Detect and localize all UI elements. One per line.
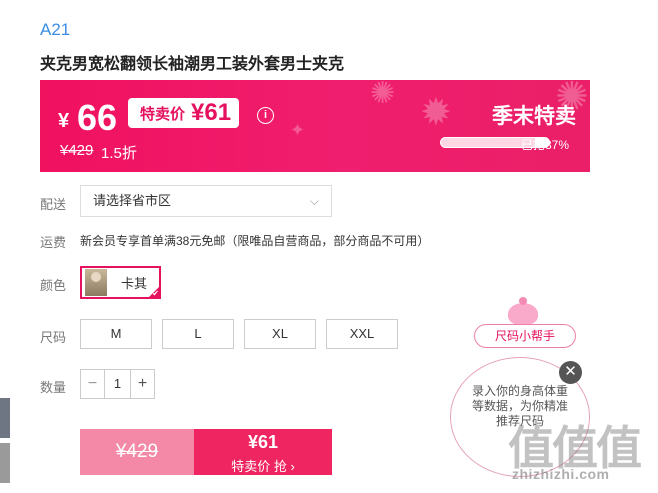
fee-text: 新会员专享首单满38元免邮（限唯品自营商品，部分商品不可用） (80, 234, 430, 248)
quantity-stepper: − 1 + (80, 369, 155, 399)
region-select[interactable]: 请选择省市区 ⌵ (80, 185, 332, 217)
buy-special-label: 特卖价 抢 › (231, 459, 295, 474)
side-thumbnail[interactable] (0, 443, 10, 483)
shipping-label: 配送 (40, 197, 67, 212)
quantity-label: 数量 (40, 380, 67, 395)
fee-label: 运费 (40, 235, 67, 250)
check-icon: ✔ (152, 289, 159, 298)
size-label: 尺码 (40, 330, 67, 345)
quantity-value[interactable]: 1 (105, 370, 130, 398)
firework-decoration: ✺ (370, 80, 396, 110)
size-option-m[interactable]: M (80, 319, 152, 349)
price-banner: ✺ ✹ ✦ ✺ ¥ 66 特卖价 ¥61 i ¥429 1.5折 季末特卖 已抢… (40, 80, 590, 172)
sale-price: 66 (77, 97, 118, 138)
original-price-button[interactable]: ¥429 (80, 429, 194, 475)
chevron-down-icon: ⌵ (309, 194, 319, 208)
special-price-value: ¥61 (191, 99, 232, 126)
special-price-label: 特卖价 (140, 105, 186, 123)
mascot-icon (508, 297, 538, 325)
currency-symbol: ¥ (58, 110, 70, 132)
size-option-xl[interactable]: XL (244, 319, 316, 349)
brand-name[interactable]: A21 (40, 20, 70, 40)
info-icon[interactable]: i (257, 107, 274, 124)
size-helper-button[interactable]: 尺码小帮手 (474, 324, 576, 348)
discount-label: 1.5折 (101, 145, 137, 162)
special-price-tag: 特卖价 ¥61 (128, 98, 240, 128)
region-select-value: 请选择省市区 (93, 193, 172, 208)
buy-special-button[interactable]: ¥61 特卖价 抢 › (194, 429, 332, 475)
product-title: 夹克男宽松翻领长袖潮男工装外套男士夹克 (40, 56, 345, 73)
season-sale-label: 季末特卖 (492, 105, 576, 128)
color-option-label: 卡其 (121, 276, 148, 291)
color-label: 颜色 (40, 278, 67, 293)
watermark-url: zhizhizhi.com (512, 466, 610, 482)
size-option-l[interactable]: L (162, 319, 234, 349)
minus-icon[interactable]: − (81, 370, 105, 398)
plus-icon[interactable]: + (130, 370, 154, 398)
firework-decoration: ✹ (420, 92, 452, 134)
firework-decoration: ✦ (290, 120, 306, 140)
sold-percentage: 已抢87% (521, 138, 570, 152)
side-thumbnail[interactable] (0, 398, 10, 438)
color-option-khaki[interactable]: 卡其 ✔ (80, 266, 161, 299)
original-price: ¥429 (60, 142, 94, 159)
close-icon[interactable]: ✕ (559, 361, 582, 384)
size-option-xxl[interactable]: XXL (326, 319, 398, 349)
color-thumbnail (85, 269, 107, 296)
buy-special-price: ¥61 (247, 432, 279, 452)
